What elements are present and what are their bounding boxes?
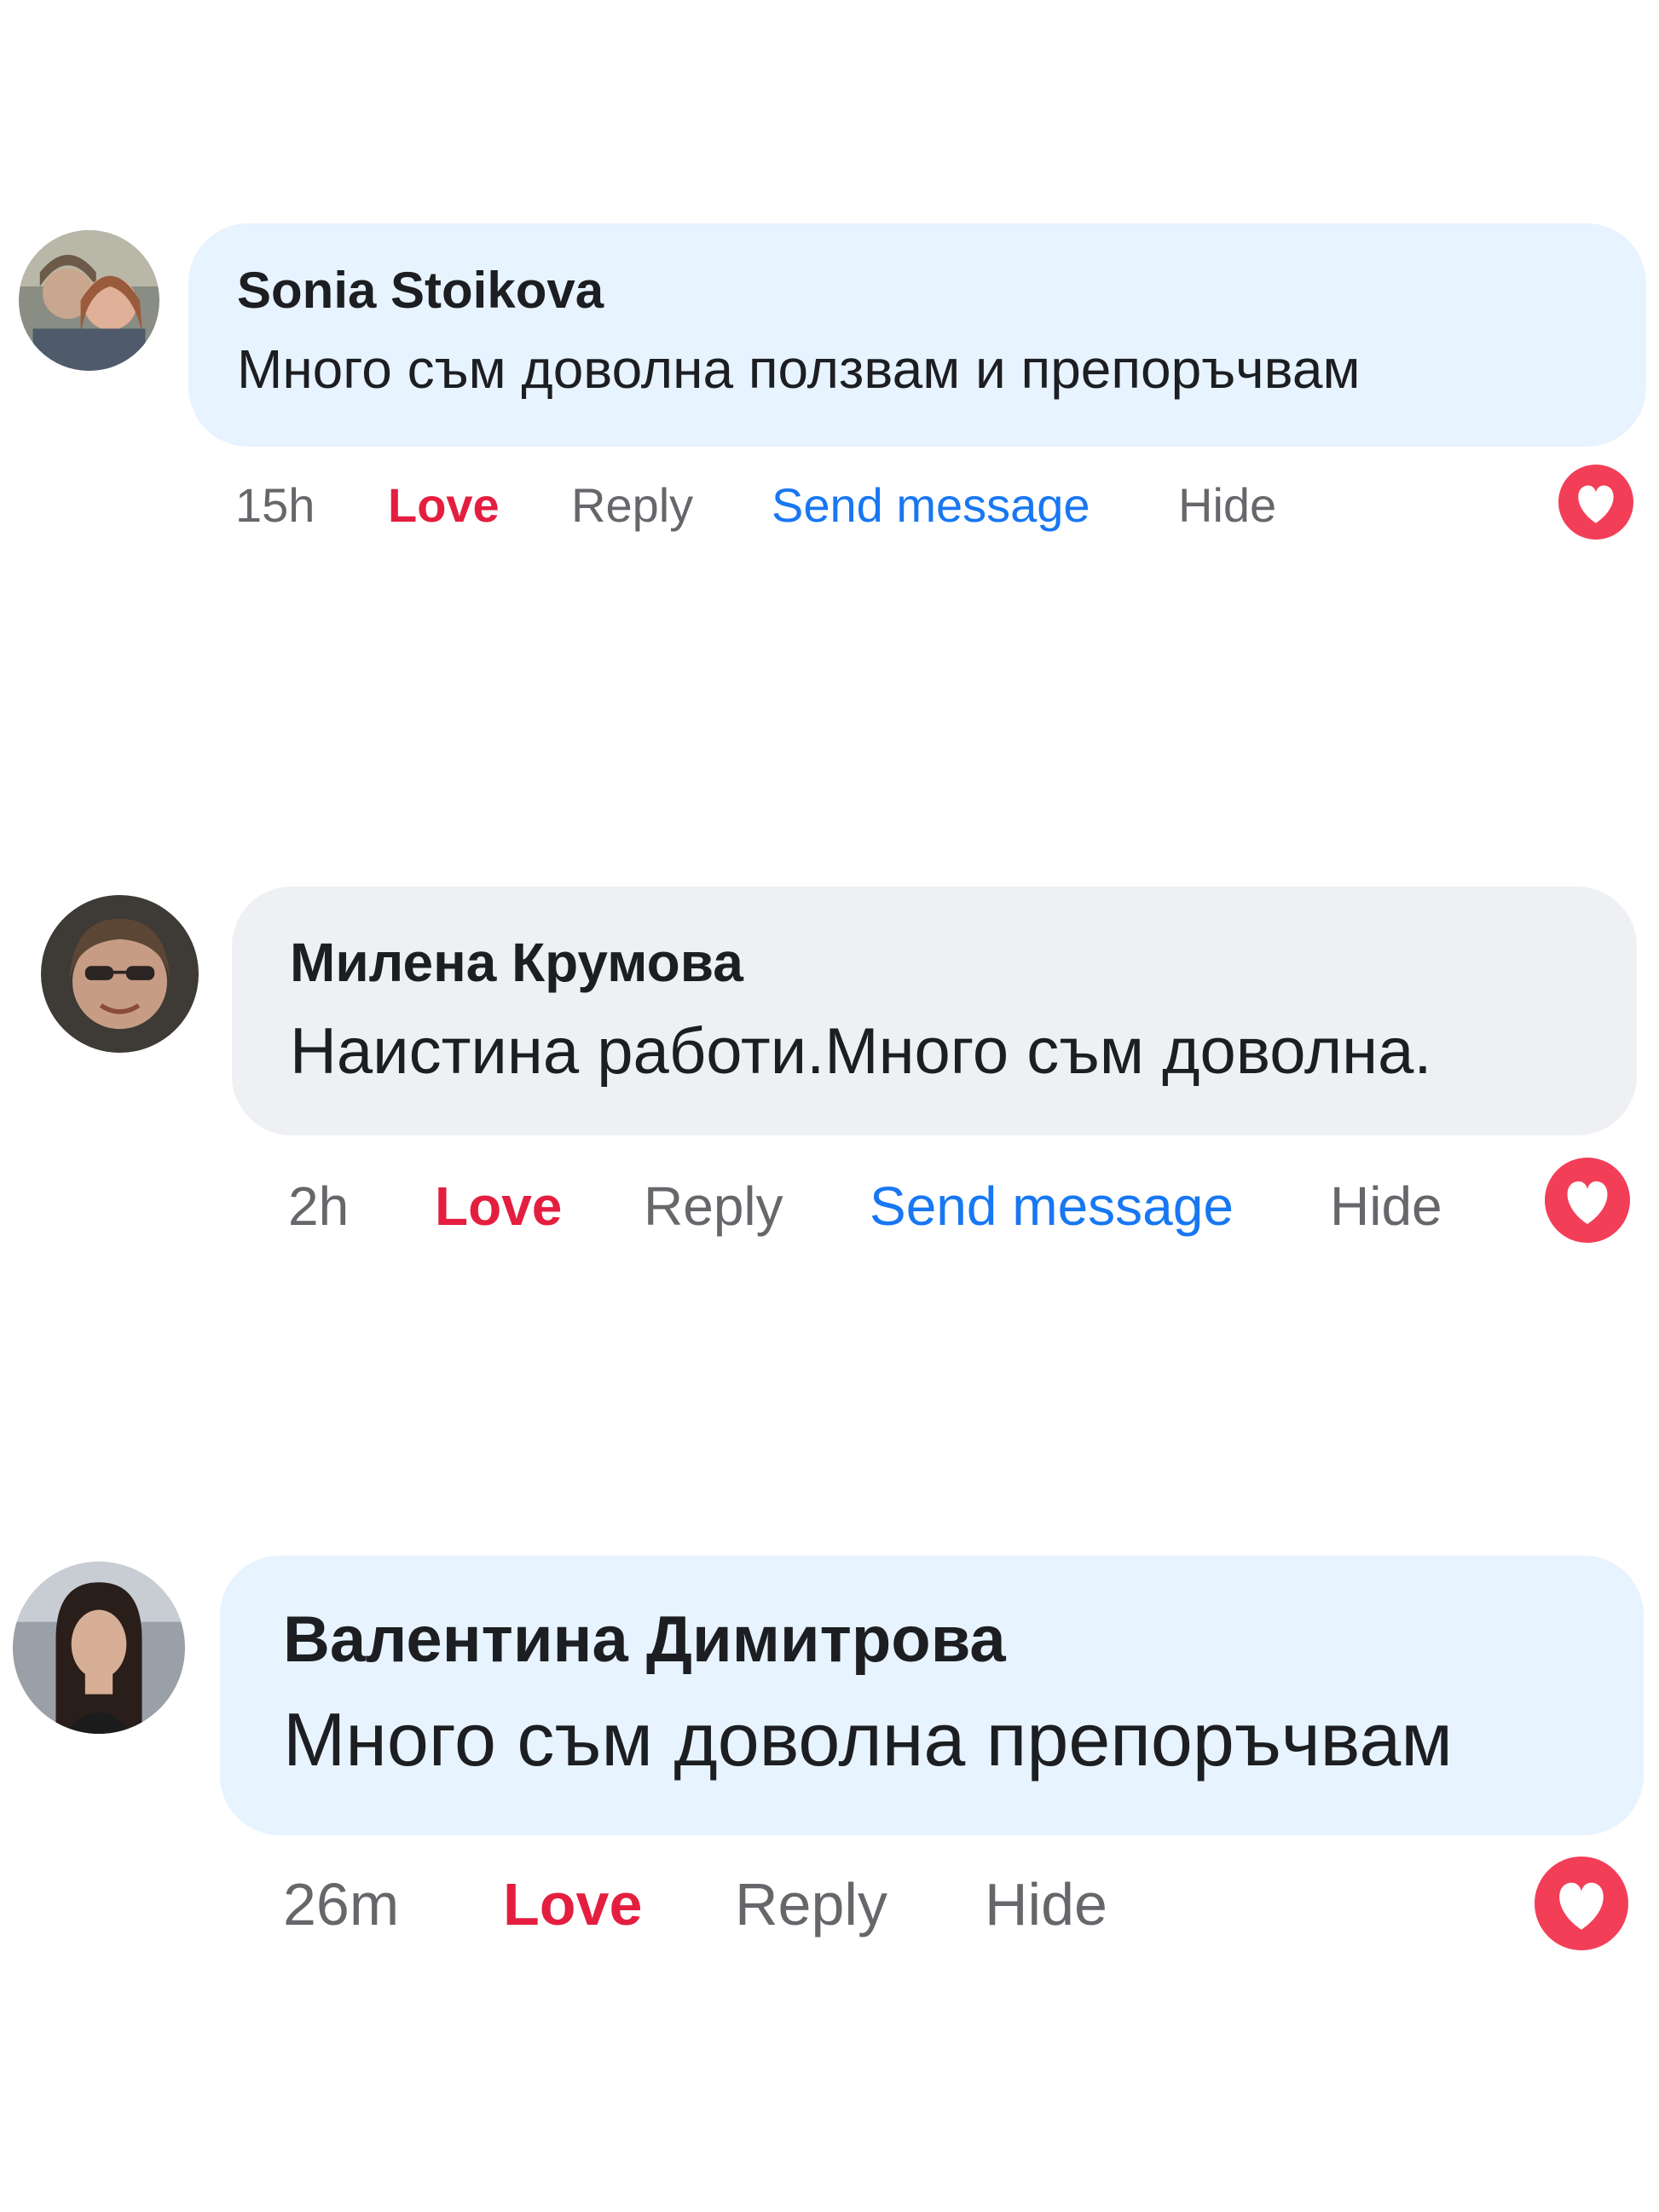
love-link[interactable]: Love (435, 1175, 562, 1238)
reply-link[interactable]: Reply (735, 1870, 887, 1938)
avatar-photo (13, 1562, 185, 1734)
avatar-photo (19, 230, 159, 371)
comment-text: Наистина работи.Много съм доволна. (290, 1015, 1432, 1088)
avatar-photo (41, 895, 199, 1053)
love-reaction-icon[interactable] (1535, 1857, 1628, 1950)
comment-text: Много съм доволна ползвам и препоръчвам (237, 338, 1361, 400)
comment-bubble (232, 887, 1637, 1135)
reply-link[interactable]: Reply (644, 1175, 783, 1238)
comment-timestamp[interactable]: 26m (283, 1870, 399, 1938)
love-reaction-icon[interactable] (1545, 1158, 1630, 1243)
comment-author[interactable]: Валентина Димитрова (283, 1603, 1006, 1677)
comment-bubble (220, 1556, 1644, 1835)
reply-link[interactable]: Reply (571, 477, 693, 533)
comment-timestamp[interactable]: 15h (235, 477, 315, 533)
love-link[interactable]: Love (388, 477, 500, 533)
hide-link[interactable]: Hide (985, 1870, 1107, 1938)
avatar[interactable] (41, 895, 199, 1053)
comment-text: Много съм доволна препоръчвам (283, 1697, 1453, 1782)
send-message-link[interactable]: Send message (870, 1175, 1234, 1238)
comment-author[interactable]: Милена Крумова (290, 931, 743, 994)
avatar[interactable] (13, 1562, 185, 1734)
comment-bubble (188, 223, 1646, 447)
hide-link[interactable]: Hide (1178, 477, 1276, 533)
send-message-link[interactable]: Send message (772, 477, 1090, 533)
comment-author[interactable]: Sonia Stoikova (237, 261, 604, 320)
comment-actions: 15h Love Reply Send message Hide (0, 477, 1659, 537)
hide-link[interactable]: Hide (1330, 1175, 1442, 1238)
comment-actions: 2h Love Reply Send message Hide (0, 1175, 1659, 1243)
avatar[interactable] (19, 230, 159, 371)
comment-timestamp[interactable]: 2h (288, 1175, 349, 1238)
love-reaction-icon[interactable] (1558, 465, 1633, 540)
comment-actions: 26m Love Reply Hide (0, 1870, 1659, 1947)
love-link[interactable]: Love (503, 1870, 642, 1938)
